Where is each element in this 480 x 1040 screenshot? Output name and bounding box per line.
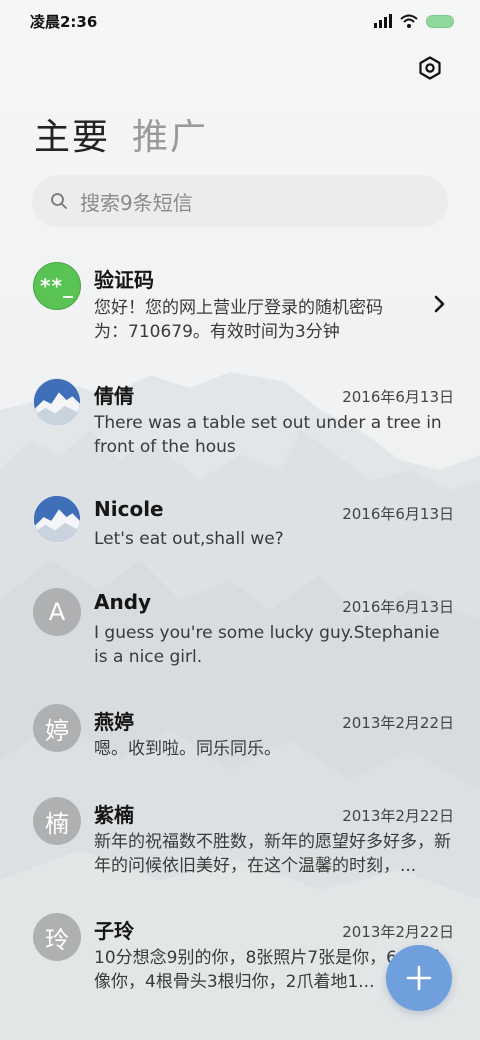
message-preview-line: 您好！您的网上营业厅登录的随机密码	[94, 298, 383, 318]
plus-icon	[406, 965, 432, 991]
message-date: 2016年6月13日	[342, 598, 454, 616]
status-bar: 凌晨2:36	[0, 0, 480, 42]
contact-name: 子玲	[94, 919, 134, 943]
avatar: 婷	[33, 704, 81, 752]
chevron-right-icon[interactable]	[432, 294, 448, 314]
avatar: A	[33, 588, 81, 636]
avatar	[33, 495, 81, 543]
search-placeholder: 搜索9条短信	[80, 190, 193, 215]
message-date: 2016年6月13日	[342, 388, 454, 406]
tab-primary[interactable]: 主要	[34, 108, 110, 160]
status-time: 凌晨2:36	[30, 12, 98, 31]
message-preview-line: 为：710679。有效时间为3分钟	[94, 322, 340, 342]
contact-name: Andy	[94, 590, 152, 614]
wifi-icon	[400, 14, 418, 28]
message-date: 2013年2月22日	[342, 807, 454, 825]
message-date: 2013年2月22日	[342, 714, 454, 732]
avatar-mountain-photo	[34, 496, 80, 542]
signal-icon	[374, 14, 392, 28]
avatar: **_	[33, 262, 81, 310]
settings-button[interactable]	[414, 52, 446, 84]
avatar: 楠	[33, 797, 81, 845]
conversation-item[interactable]: A Andy 2016年6月13日 I guess you're some lu…	[0, 578, 480, 682]
conversation-item[interactable]: 倩倩 2016年6月13日 There was a table set out …	[0, 368, 480, 472]
message-preview: Let's eat out,shall we?	[94, 529, 284, 549]
tab-bar: 主要 推广	[34, 108, 208, 160]
conversation-item[interactable]: 楠 紫楠 2013年2月22日 新年的祝福数不胜数，新年的愿望好多好多，新年的问…	[0, 787, 480, 891]
search-bar[interactable]: 搜索9条短信	[32, 175, 448, 227]
new-message-button[interactable]	[386, 945, 452, 1011]
tab-promotions[interactable]: 推广	[132, 108, 208, 160]
contact-name: Nicole	[94, 497, 164, 521]
conversation-item[interactable]: 婷 燕婷 2013年2月22日 嗯。收到啦。同乐同乐。	[0, 694, 480, 774]
message-preview: There was a table set out under a tree i…	[94, 413, 442, 457]
contact-name: 验证码	[94, 268, 154, 292]
avatar	[33, 378, 81, 426]
contact-name: 倩倩	[94, 384, 134, 408]
message-date: 2013年2月22日	[342, 923, 454, 941]
message-preview: 新年的祝福数不胜数，新年的愿望好多好多，新年的问候依旧美好，在这个温馨的时刻，.…	[94, 832, 451, 876]
conversation-item[interactable]: **_ 验证码 您好！您的网上营业厅登录的随机密码 为：710679。有效时间为…	[0, 250, 480, 354]
avatar-mountain-photo	[34, 379, 80, 425]
message-preview: 嗯。收到啦。同乐同乐。	[94, 739, 281, 759]
settings-icon	[419, 56, 441, 80]
message-preview: 您好！您的网上营业厅登录的随机密码 为：710679。有效时间为3分钟	[94, 296, 424, 344]
message-date: 2016年6月13日	[342, 505, 454, 523]
message-preview: I guess you're some lucky guy.Stephanie …	[94, 623, 440, 667]
status-icons	[374, 14, 454, 28]
contact-name: 燕婷	[94, 710, 134, 734]
contact-name: 紫楠	[94, 803, 134, 827]
conversation-item[interactable]: Nicole 2016年6月13日 Let's eat out,shall we…	[0, 485, 480, 565]
battery-icon	[426, 14, 454, 28]
avatar: 玲	[33, 913, 81, 961]
search-icon	[51, 193, 67, 209]
